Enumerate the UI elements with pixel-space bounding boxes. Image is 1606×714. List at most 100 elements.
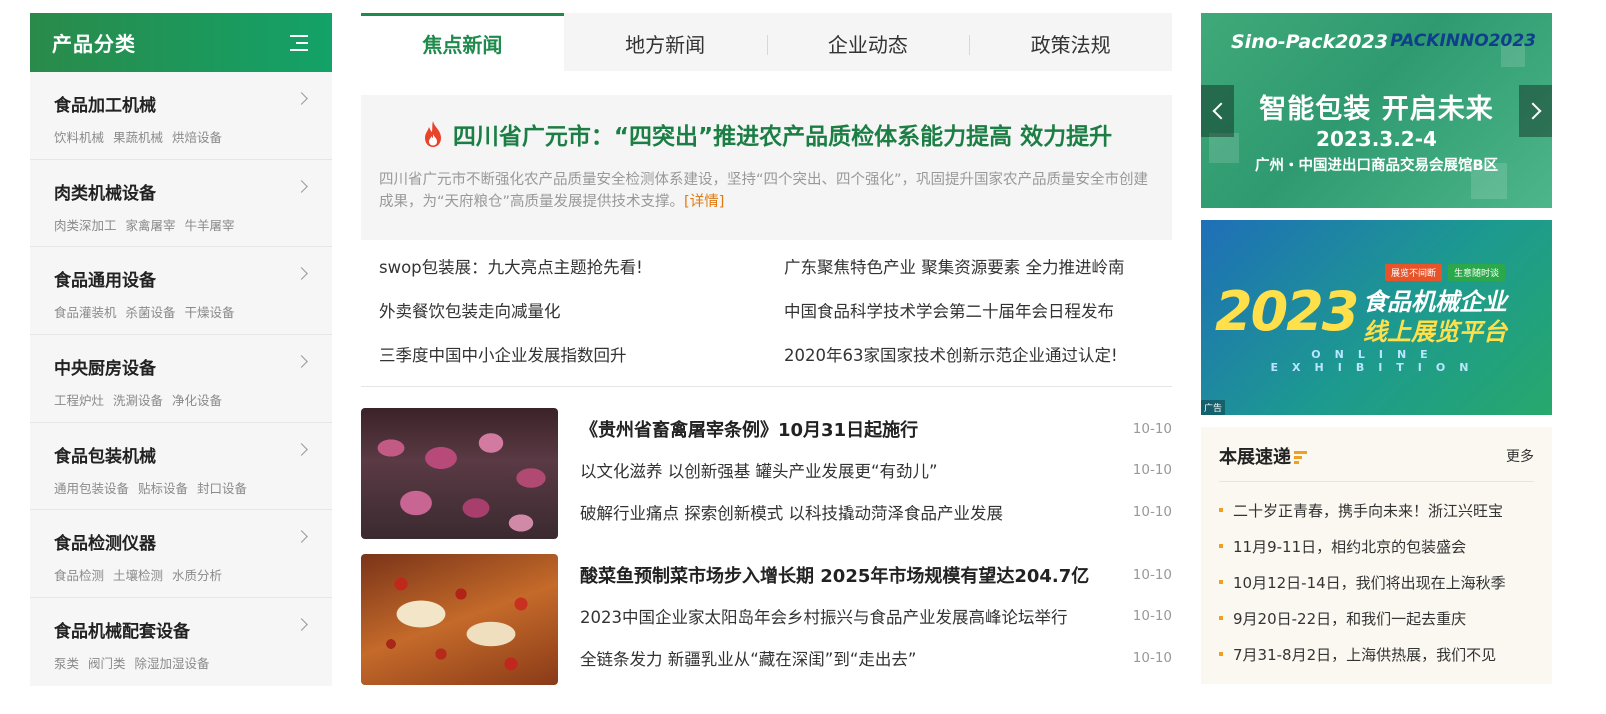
list-item[interactable]: 以文化滋养 以创新强基 罐头产业发展更“有劲儿” 10-10 — [580, 450, 1172, 492]
category-item[interactable]: 肉类机械设备 肉类深加工 家禽屠宰 牛羊屠宰 — [30, 160, 332, 248]
packinno-logo: PACKINNO2023 — [1390, 31, 1536, 51]
category-item[interactable]: 食品检测仪器 食品检测 土壤检测 水质分析 — [30, 510, 332, 599]
category-item[interactable]: 中央厨房设备 工程炉灶 洗涮设备 净化设备 — [30, 335, 332, 423]
news-link[interactable]: 三季度中国中小企业发展指数回升 — [379, 342, 784, 383]
list-item[interactable]: 破解行业痛点 探索创新模式 以科技撬动菏泽食品产业发展 10-10 — [580, 491, 1172, 533]
subcategory-link[interactable]: 杀菌设备 — [126, 305, 176, 320]
tab-policy[interactable]: 政策法规 — [969, 16, 1172, 71]
quick-news-text[interactable]: 7月31-8月2日，上海供热展，我们不见 — [1233, 644, 1496, 665]
category-name[interactable]: 食品包装机械 — [54, 442, 332, 467]
subcategory-link[interactable]: 阀门类 — [88, 656, 126, 671]
carousel-prev-button[interactable] — [1201, 85, 1234, 137]
online-exhibition-banner[interactable]: 展览不间断 生意随时谈 2023 食品机械企业 线上展览平台 ONLINE EX… — [1201, 220, 1552, 415]
news-date: 10-10 — [1132, 608, 1172, 625]
subcategory-link[interactable]: 土壤检测 — [113, 568, 163, 583]
subcategory-link[interactable]: 家禽屠宰 — [126, 218, 176, 233]
list-item[interactable]: 7月31-8月2日，上海供热展，我们不见 — [1219, 636, 1534, 672]
banner-tag: 展览不间断 — [1385, 264, 1443, 281]
subcategory-link[interactable]: 烘焙设备 — [172, 130, 222, 145]
subcategory-link[interactable]: 水质分析 — [172, 568, 222, 583]
tab-focus-news[interactable]: 焦点新闻 — [361, 13, 564, 71]
subcategory-link[interactable]: 工程炉灶 — [54, 393, 104, 408]
carousel-next-button[interactable] — [1519, 85, 1552, 137]
subcategory-link[interactable]: 饮料机械 — [54, 130, 104, 145]
list-item[interactable]: 11月9-11日，相约北京的包装盛会 — [1219, 528, 1534, 564]
list-item[interactable]: 《贵州省畜禽屠宰条例》10月31日起施行 10-10 — [580, 408, 1172, 450]
category-name[interactable]: 食品检测仪器 — [54, 529, 332, 554]
list-item[interactable]: 酸菜鱼预制菜市场步入增长期 2025年市场规模有望达204.7亿 10-10 — [580, 554, 1172, 596]
headline-summary: 四川省广元市不断强化农产品质量安全检测体系建设，坚持“四个突出、四个强化”，巩固… — [379, 169, 1154, 213]
subcategory-link[interactable]: 贴标设备 — [138, 481, 188, 496]
category-name[interactable]: 中央厨房设备 — [54, 354, 332, 379]
bullet-icon — [1219, 616, 1223, 620]
subcategory-link[interactable]: 牛羊屠宰 — [185, 218, 235, 233]
quick-news-text[interactable]: 9月20日-22日，和我们一起去重庆 — [1233, 608, 1466, 629]
news-link[interactable]: 2020年63家国家技术创新示范企业通过认定! — [784, 342, 1174, 383]
list-item[interactable]: 10月12日-14日，我们将出现在上海秋季 — [1219, 564, 1534, 600]
photo-news-block: 酸菜鱼预制菜市场步入增长期 2025年市场规模有望达204.7亿 10-10 20… — [361, 554, 1172, 685]
category-name[interactable]: 食品通用设备 — [54, 266, 332, 291]
list-item[interactable]: 2023中国企业家太阳岛年会乡村振兴与食品产业发展高峰论坛举行 10-10 — [580, 596, 1172, 638]
subcategory-link[interactable]: 食品灌装机 — [54, 305, 117, 320]
details-link[interactable]: [详情] — [684, 194, 724, 210]
category-item[interactable]: 食品包装机械 通用包装设备 贴标设备 封口设备 — [30, 423, 332, 511]
subcategory-link[interactable]: 泵类 — [54, 656, 79, 671]
quick-news-text[interactable]: 10月12日-14日，我们将出现在上海秋季 — [1233, 572, 1506, 593]
menu-icon[interactable] — [290, 32, 308, 54]
tab-local-news[interactable]: 地方新闻 — [564, 16, 767, 71]
list-item[interactable]: 全链条发力 新疆乳业从“藏在深闺”到“走出去” 10-10 — [580, 637, 1172, 679]
subcategory-link[interactable]: 干燥设备 — [185, 305, 235, 320]
category-item[interactable]: 食品机械配套设备 泵类 阀门类 除湿加湿设备 — [30, 598, 332, 686]
category-name[interactable]: 食品机械配套设备 — [54, 617, 332, 642]
headline-summary-text: 四川省广元市不断强化农产品质量安全检测体系建设，坚持“四个突出、四个强化”，巩固… — [379, 172, 1149, 210]
news-title[interactable]: 2023中国企业家太阳岛年会乡村振兴与食品产业发展高峰论坛举行 — [580, 604, 1068, 628]
news-title[interactable]: 破解行业痛点 探索创新模式 以科技撬动菏泽食品产业发展 — [580, 500, 1003, 524]
subcategory-link[interactable]: 肉类深加工 — [54, 218, 117, 233]
sidebar-header: 产品分类 — [30, 13, 332, 72]
expo-brands: Sino-Pack2023 PACKINNO2023 — [1231, 31, 1536, 53]
subcategory-link[interactable]: 洗涮设备 — [113, 393, 163, 408]
expo-banner[interactable]: Sino-Pack2023 PACKINNO2023 智能包装 开启未来 202… — [1201, 13, 1552, 208]
tab-company-news[interactable]: 企业动态 — [766, 16, 970, 71]
quick-news-text[interactable]: 11月9-11日，相约北京的包装盛会 — [1233, 536, 1466, 557]
subcategory-link[interactable]: 封口设备 — [197, 481, 247, 496]
fish-dish-photo[interactable] — [361, 554, 558, 685]
tab-divider — [766, 35, 768, 55]
news-link[interactable]: 中国食品科学技术学会第二十届年会日程发布 — [784, 298, 1174, 339]
expo-quick-news: 本展速递 更多 二十岁正青春，携手向未来！浙江兴旺宝 11月9-11日，相约北京… — [1201, 427, 1552, 684]
subcategory-link[interactable]: 食品检测 — [54, 568, 104, 583]
category-name[interactable]: 食品加工机械 — [54, 91, 332, 116]
more-link[interactable]: 更多 — [1506, 446, 1534, 466]
news-link[interactable]: 广东聚焦特色产业 聚集资源要素 全力推进岭南 — [784, 254, 1174, 295]
news-link[interactable]: swop包装展：九大亮点主题抢先看! — [379, 254, 784, 295]
subcategory-link[interactable]: 净化设备 — [172, 393, 222, 408]
bullet-icon — [1219, 580, 1223, 584]
news-title[interactable]: 以文化滋养 以创新强基 罐头产业发展更“有劲儿” — [580, 458, 938, 482]
list-item[interactable]: 二十岁正青春，携手向未来！浙江兴旺宝 — [1219, 492, 1534, 528]
expo-headline: 智能包装 开启未来 — [1259, 94, 1494, 125]
subcategory-link[interactable]: 果蔬机械 — [113, 130, 163, 145]
news-title[interactable]: 《贵州省畜禽屠宰条例》10月31日起施行 — [580, 416, 918, 442]
category-item[interactable]: 食品加工机械 饮料机械 果蔬机械 烘焙设备 — [30, 72, 332, 160]
news-link[interactable]: 外卖餐饮包装走向减量化 — [379, 298, 784, 339]
meat-photo[interactable] — [361, 408, 558, 539]
news-link-grid: swop包装展：九大亮点主题抢先看! 广东聚焦特色产业 聚集资源要素 全力推进岭… — [361, 254, 1172, 387]
expo-date: 2023.3.2-4 — [1316, 127, 1437, 151]
list-item[interactable]: 9月20日-22日，和我们一起去重庆 — [1219, 600, 1534, 636]
category-subs: 饮料机械 果蔬机械 烘焙设备 — [54, 127, 332, 146]
category-subs: 通用包装设备 贴标设备 封口设备 — [54, 478, 332, 497]
news-date: 10-10 — [1132, 649, 1172, 666]
subcategory-link[interactable]: 通用包装设备 — [54, 481, 129, 496]
news-title[interactable]: 酸菜鱼预制菜市场步入增长期 2025年市场规模有望达204.7亿 — [580, 562, 1089, 588]
sidebar-title: 产品分类 — [52, 32, 136, 56]
category-item[interactable]: 食品通用设备 食品灌装机 杀菌设备 干燥设备 — [30, 247, 332, 336]
list-icon — [1294, 450, 1307, 464]
quick-news-text[interactable]: 二十岁正青春，携手向未来！浙江兴旺宝 — [1233, 500, 1503, 521]
category-name[interactable]: 肉类机械设备 — [54, 179, 332, 204]
news-title[interactable]: 全链条发力 新疆乳业从“藏在深闺”到“走出去” — [580, 646, 916, 670]
category-subs: 泵类 阀门类 除湿加湿设备 — [54, 653, 332, 672]
news-date: 10-10 — [1132, 566, 1172, 583]
bullet-icon — [1219, 544, 1223, 548]
subcategory-link[interactable]: 除湿加湿设备 — [135, 656, 210, 671]
headline-title[interactable]: 四川省广元市：“四突出”推进农产品质检体系能力提高 效力提升 — [453, 117, 1112, 151]
